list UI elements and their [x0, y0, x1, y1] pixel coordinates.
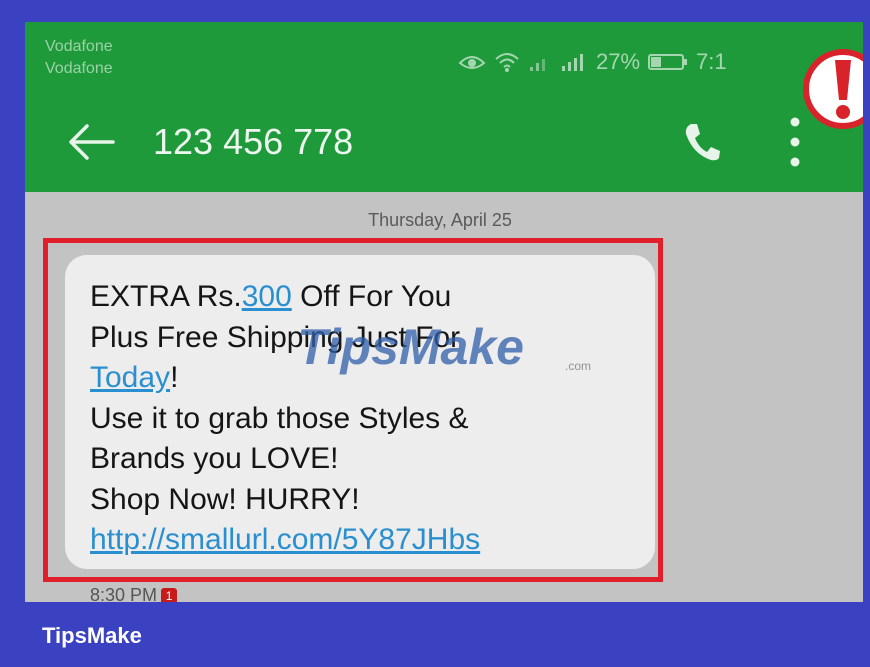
brand-logo: TipsMake: [42, 623, 142, 648]
message-line-5: Brands you LOVE!: [90, 442, 339, 475]
exclamation-circle-icon: [803, 49, 863, 129]
arrow-left-icon[interactable]: [67, 122, 115, 162]
carrier-name-2: Vodafone: [45, 60, 113, 77]
message-text-segment: !: [170, 361, 179, 394]
battery-percent: 27%: [596, 49, 641, 74]
message-line-3: Today!: [90, 358, 660, 399]
highlighted-message: EXTRA Rs.300 Off For You Plus Free Shipp…: [43, 238, 663, 582]
message-line-2: Plus Free Shipping Just For: [90, 320, 461, 354]
message-line-1: EXTRA Rs.300 Off For You: [90, 277, 660, 318]
contact-number: 123 456 778: [153, 121, 354, 162]
message-text-segment: EXTRA Rs.: [90, 280, 242, 313]
battery-icon: [648, 54, 688, 70]
status-bar: Vodafone Vodafone 27% 7:1: [25, 22, 863, 92]
message-line-6: Shop Now! HURRY!: [90, 482, 360, 516]
status-icons: 27% 7:1: [458, 48, 727, 76]
unread-badge: 1: [161, 588, 178, 602]
signal-icon-2: [562, 54, 583, 71]
signal-icon: [530, 59, 545, 71]
phone-screen: Vodafone Vodafone 27% 7:1 123 456 778 Th…: [25, 22, 863, 602]
message-line-7: http://smallurl.com/5Y87JHbs: [90, 520, 660, 561]
date-separator: Thursday, April 25: [368, 210, 512, 230]
phone-icon[interactable]: [683, 122, 721, 162]
timestamp-text: 8:30 PM: [90, 585, 158, 602]
clock: 7:1: [696, 49, 727, 74]
message-text: EXTRA Rs.300 Off For You Plus Free Shipp…: [90, 277, 660, 561]
message-timestamp: 8:30 PM 1: [90, 585, 178, 602]
amount-link[interactable]: 300: [242, 280, 292, 313]
wifi-icon: [495, 53, 519, 72]
eye-icon: [458, 56, 486, 69]
conversation-header: 123 456 778: [25, 92, 863, 192]
message-line-4: Use it to grab those Styles &: [90, 401, 469, 435]
message-text-segment: Off For You: [291, 280, 452, 313]
carrier-name-1: Vodafone: [45, 38, 113, 55]
message-bubble[interactable]: EXTRA Rs.300 Off For You Plus Free Shipp…: [65, 255, 655, 569]
today-link[interactable]: Today: [90, 361, 170, 394]
url-link[interactable]: http://smallurl.com/5Y87JHbs: [90, 523, 480, 556]
